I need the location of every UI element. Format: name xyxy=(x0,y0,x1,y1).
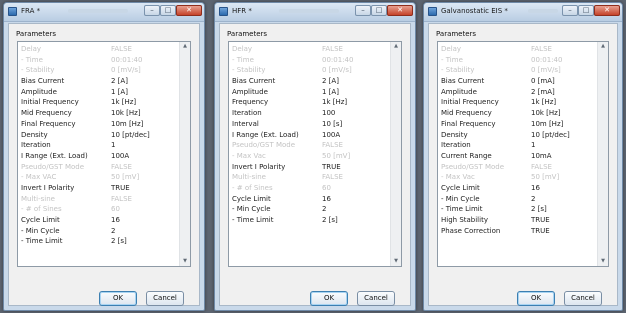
list-item: - # of Sines 60 xyxy=(232,183,331,192)
fra-dialog: FRA * – □ ✕ Parameters Delay FALSE - Time… xyxy=(3,2,205,311)
app-icon xyxy=(219,7,228,16)
list-item: Delay FALSE xyxy=(441,45,552,53)
list-item[interactable]: Phase Correction TRUE xyxy=(440,226,596,237)
chevron-down-icon[interactable]: ▼ xyxy=(180,257,190,266)
list-item: Multi-sine FALSE xyxy=(21,194,132,203)
list-item[interactable]: Mid Frequency 10k [Hz] xyxy=(20,108,178,119)
list-item[interactable]: Cycle Limit 16 xyxy=(20,215,178,226)
dialog-body: Parameters Delay FALSE - Time 00:01:40 - S… xyxy=(219,23,411,306)
dialog-body: Parameters Delay FALSE - Time 00:01:40 - S… xyxy=(8,23,200,306)
list-item[interactable]: Density 10 [pt/dec] xyxy=(20,130,178,141)
close-icon[interactable]: ✕ xyxy=(176,5,202,16)
maximize-icon[interactable]: □ xyxy=(578,5,594,16)
list-item: - Time 00:01:40 xyxy=(232,55,354,64)
list-item[interactable]: Amplitude 2 [mA] xyxy=(440,87,596,98)
window-title: FRA * xyxy=(21,7,41,15)
chevron-down-icon[interactable]: ▼ xyxy=(391,257,401,266)
list-item[interactable]: - Min Cycle 2 xyxy=(440,194,596,205)
window-title: Galvanostatic EIS * xyxy=(441,7,508,15)
list-item[interactable]: Bias Current 2 [A] xyxy=(20,76,178,87)
list-item[interactable]: Invert I Polarity TRUE xyxy=(231,162,389,173)
title-bar[interactable]: FRA * – □ ✕ xyxy=(4,3,204,22)
list-item: - Stability 0 [mV/s] xyxy=(441,66,561,75)
close-icon[interactable]: ✕ xyxy=(387,5,413,16)
list-item: - Stability 0 [mV/s] xyxy=(21,66,141,75)
list-item: Pseudo/GST Mode FALSE xyxy=(441,162,552,171)
list-item[interactable]: Cycle Limit 16 xyxy=(440,183,596,194)
app-icon xyxy=(428,7,437,16)
window-title: HFR * xyxy=(232,7,252,15)
list-item[interactable]: - Min Cycle 2 xyxy=(20,226,178,237)
list-item[interactable]: Initial Frequency 1k [Hz] xyxy=(20,97,178,108)
list-item[interactable]: Interval 10 [s] xyxy=(231,119,389,130)
minimize-icon[interactable]: – xyxy=(562,5,578,16)
list-item[interactable]: Iteration 100 xyxy=(231,108,389,119)
cancel-button[interactable]: Cancel xyxy=(357,291,395,306)
chevron-up-icon[interactable]: ▲ xyxy=(598,42,608,51)
cancel-button[interactable]: Cancel xyxy=(146,291,184,306)
list-item: - Max VAC 50 [mV] xyxy=(21,173,140,182)
list-item: Pseudo/GST Mode FALSE xyxy=(21,162,132,171)
chevron-up-icon[interactable]: ▲ xyxy=(391,42,401,51)
list-item[interactable]: Mid Frequency 10k [Hz] xyxy=(440,108,596,119)
list-item: - Max Vac 50 [mV] xyxy=(232,151,351,160)
galvanostatic-eis-dialog: Galvanostatic EIS * – □ ✕ Parameters Del… xyxy=(423,2,623,311)
list-item[interactable]: Cycle Limit 16 xyxy=(231,194,389,205)
list-item: Delay FALSE xyxy=(232,45,343,53)
list-item: Pseudo/GST Mode FALSE xyxy=(232,141,343,150)
cancel-button[interactable]: Cancel xyxy=(564,291,602,306)
vertical-scrollbar[interactable]: ▲ ▼ xyxy=(597,42,608,266)
list-item: Delay FALSE xyxy=(21,45,132,53)
list-item[interactable]: Invert I Polarity TRUE xyxy=(20,183,178,194)
list-item[interactable]: Bias Current 0 [mA] xyxy=(440,76,596,87)
list-item[interactable]: Iteration 1 xyxy=(440,140,596,151)
title-bar[interactable]: HFR * – □ ✕ xyxy=(215,3,415,22)
list-item[interactable]: - Time Limit 2 [s] xyxy=(20,236,178,247)
parameters-label: Parameters xyxy=(227,30,268,38)
parameter-list[interactable]: Delay FALSE - Time 00:01:40 - Stability 0 [… xyxy=(437,41,609,267)
ok-button[interactable]: OK xyxy=(517,291,555,306)
close-icon[interactable]: ✕ xyxy=(594,5,620,16)
parameter-list[interactable]: Delay FALSE - Time 00:01:40 - Stability 0 [… xyxy=(228,41,402,267)
minimize-icon[interactable]: – xyxy=(355,5,371,16)
list-item[interactable]: Amplitude 1 [A] xyxy=(231,87,389,98)
title-bar[interactable]: Galvanostatic EIS * – □ ✕ xyxy=(424,3,622,22)
chevron-up-icon[interactable]: ▲ xyxy=(180,42,190,51)
list-item[interactable]: Final Frequency 10m [Hz] xyxy=(20,119,178,130)
list-item[interactable]: - Min Cycle 2 xyxy=(231,204,389,215)
list-item[interactable]: Amplitude 1 [A] xyxy=(20,87,178,98)
list-item[interactable]: - Time Limit 2 [s] xyxy=(440,204,596,215)
list-item[interactable]: Density 10 [pt/dec] xyxy=(440,130,596,141)
list-item[interactable]: Bias Current 2 [A] xyxy=(231,76,389,87)
parameter-list[interactable]: Delay FALSE - Time 00:01:40 - Stability 0 [… xyxy=(17,41,191,267)
list-item[interactable]: - Time Limit 2 [s] xyxy=(231,215,389,226)
minimize-icon[interactable]: – xyxy=(144,5,160,16)
vertical-scrollbar[interactable]: ▲ ▼ xyxy=(390,42,401,266)
app-icon xyxy=(8,7,17,16)
list-item[interactable]: Iteration 1 xyxy=(20,140,178,151)
parameters-label: Parameters xyxy=(16,30,57,38)
list-item: - Stability 0 [mV/s] xyxy=(232,66,352,75)
list-item[interactable]: Initial Frequency 1k [Hz] xyxy=(440,97,596,108)
list-item[interactable]: I Range (Ext. Load) 100A xyxy=(231,130,389,141)
list-item: - Max Vac 50 [mV] xyxy=(441,173,560,182)
list-item[interactable]: High Stability TRUE xyxy=(440,215,596,226)
maximize-icon[interactable]: □ xyxy=(160,5,176,16)
list-item[interactable]: Frequency 1k [Hz] xyxy=(231,97,389,108)
ok-button[interactable]: OK xyxy=(310,291,348,306)
list-item: - # of Sines 60 xyxy=(21,205,120,214)
maximize-icon[interactable]: □ xyxy=(371,5,387,16)
list-item[interactable]: Final Frequency 10m [Hz] xyxy=(440,119,596,130)
chevron-down-icon[interactable]: ▼ xyxy=(598,257,608,266)
list-item: Multi-sine FALSE xyxy=(232,173,343,182)
list-item: - Time 00:01:40 xyxy=(21,55,143,64)
dialog-body: Parameters Delay FALSE - Time 00:01:40 - S… xyxy=(428,23,618,306)
hfr-dialog: HFR * – □ ✕ Parameters Delay FALSE - Time… xyxy=(214,2,416,311)
ok-button[interactable]: OK xyxy=(99,291,137,306)
parameters-label: Parameters xyxy=(436,30,477,38)
vertical-scrollbar[interactable]: ▲ ▼ xyxy=(179,42,190,266)
list-item[interactable]: Current Range 10mA xyxy=(440,151,596,162)
list-item: - Time 00:01:40 xyxy=(441,55,563,64)
list-item[interactable]: I Range (Ext. Load) 100A xyxy=(20,151,178,162)
